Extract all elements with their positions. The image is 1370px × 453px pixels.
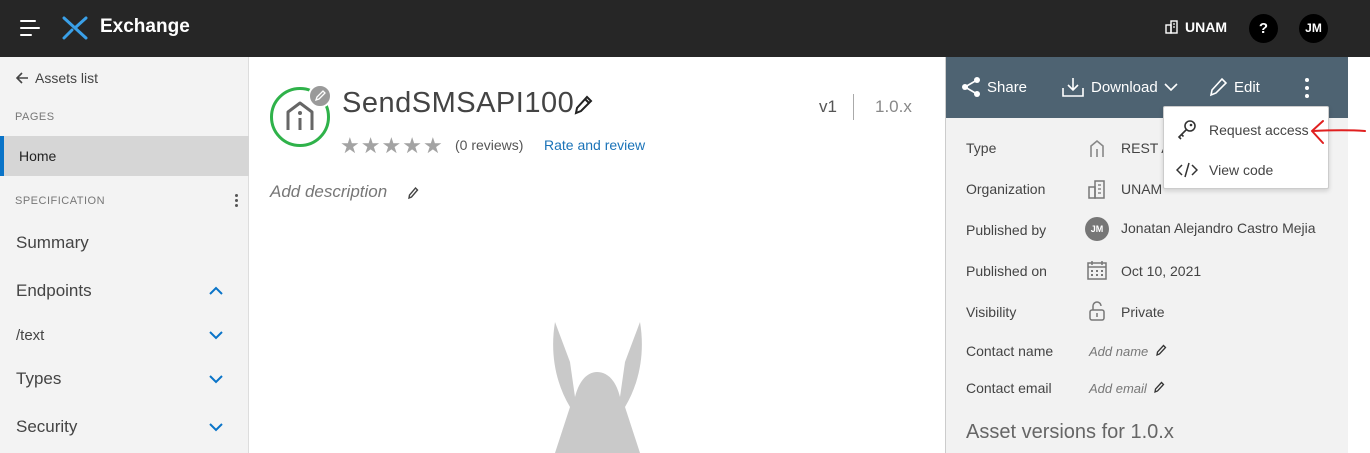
chevron-down-icon[interactable] <box>208 421 224 433</box>
visibility-label: Visibility <box>966 304 1017 320</box>
type-label: Type <box>966 140 997 156</box>
menu-icon[interactable] <box>20 18 40 38</box>
sidebar-item-home[interactable]: Home <box>0 136 249 176</box>
version-range[interactable]: 1.0.x <box>875 97 912 117</box>
sidebar-item-label: Security <box>16 417 78 436</box>
edit-label: Edit <box>1234 78 1260 96</box>
rest-api-icon <box>1090 139 1104 157</box>
chevron-down-icon[interactable] <box>208 329 224 341</box>
edit-button[interactable]: Edit <box>1208 76 1260 98</box>
request-access-label: Request access <box>1209 122 1309 138</box>
exchange-logo-icon[interactable] <box>62 16 88 40</box>
sidebar-item-label: Home <box>19 148 57 164</box>
sidebar-item-summary[interactable]: Summary <box>0 224 249 264</box>
version-divider <box>853 94 854 120</box>
sidebar-item-label: Endpoints <box>16 281 92 300</box>
published-on-label: Published on <box>966 263 1047 279</box>
help-button[interactable]: ? <box>1249 14 1278 43</box>
organization-value: UNAM <box>1121 181 1163 197</box>
sidebar: Assets list PAGES Home SPECIFICATION Sum… <box>0 57 249 453</box>
org-name: UNAM <box>1185 19 1227 35</box>
published-by-label: Published by <box>966 222 1047 238</box>
star-icon[interactable]: ★ <box>340 135 360 157</box>
code-icon <box>1176 162 1198 178</box>
view-code-menu-item[interactable]: View code <box>1164 149 1328 189</box>
sidebar-item-label: /text <box>16 327 45 344</box>
add-description-link[interactable]: Add description <box>270 182 387 202</box>
key-icon <box>1177 120 1196 140</box>
sidebar-item-endpoints[interactable]: Endpoints <box>0 272 249 312</box>
add-contact-name-link[interactable]: Add name <box>1089 344 1167 359</box>
org-switcher[interactable]: UNAM <box>1165 19 1227 35</box>
asset-title: SendSMSAPI100 <box>342 87 575 119</box>
contact-email-label: Contact email <box>966 380 1052 396</box>
main-content: SendSMSAPI100 ★ ★ ★ ★ ★ (0 reviews) Rate and… <box>250 57 945 453</box>
download-button[interactable]: Download <box>1061 76 1178 98</box>
star-icon[interactable]: ★ <box>402 135 422 157</box>
add-email-text: Add email <box>1089 381 1147 396</box>
star-icon[interactable]: ★ <box>361 135 381 157</box>
pencil-icon <box>1156 344 1167 357</box>
asset-versions-heading: Asset versions for 1.0.x <box>966 421 1174 443</box>
download-label: Download <box>1091 78 1158 96</box>
arrow-left-icon <box>16 72 28 84</box>
top-bar: Exchange UNAM ? JM <box>0 0 1370 57</box>
edit-icon-badge[interactable] <box>308 84 332 108</box>
published-by-value: Jonatan Alejandro Castro Mejia <box>1121 220 1316 236</box>
request-access-menu-item[interactable]: Request access <box>1164 109 1328 149</box>
sidebar-item-label: Summary <box>16 233 89 252</box>
star-rating[interactable]: ★ ★ ★ ★ ★ <box>340 135 443 157</box>
chevron-up-icon[interactable] <box>208 285 224 297</box>
sidebar-item-types[interactable]: Types <box>0 360 249 400</box>
empty-state-mascot-illustration <box>553 322 642 453</box>
specification-section-label: SPECIFICATION <box>15 195 106 207</box>
version-label[interactable]: v1 <box>819 97 837 117</box>
back-link-label: Assets list <box>35 70 99 86</box>
building-icon <box>1165 20 1178 34</box>
pages-section-label: PAGES <box>15 111 55 123</box>
sidebar-item-security[interactable]: Security <box>0 408 249 448</box>
pencil-icon <box>1154 381 1165 394</box>
edit-title-pencil-icon[interactable] <box>573 94 593 116</box>
red-arrow-annotation <box>1311 120 1366 144</box>
share-icon <box>962 77 980 97</box>
published-on-value: Oct 10, 2021 <box>1121 263 1202 279</box>
publisher-avatar: JM <box>1085 217 1109 241</box>
rate-and-review-link[interactable]: Rate and review <box>544 137 645 153</box>
view-code-label: View code <box>1209 162 1274 178</box>
chevron-down-icon[interactable] <box>208 373 224 385</box>
app-title[interactable]: Exchange <box>100 16 190 38</box>
more-actions-dropdown: Request access View code <box>1163 106 1329 189</box>
pencil-icon <box>314 90 326 102</box>
star-icon[interactable]: ★ <box>381 135 401 157</box>
more-actions-icon[interactable] <box>1302 76 1312 100</box>
visibility-value: Private <box>1121 304 1165 320</box>
user-avatar[interactable]: JM <box>1299 14 1328 43</box>
pencil-icon <box>1209 77 1228 97</box>
pencil-icon[interactable] <box>407 186 419 200</box>
star-icon[interactable]: ★ <box>423 135 443 157</box>
back-to-assets-link[interactable]: Assets list <box>16 70 98 86</box>
sidebar-item-text-endpoint[interactable]: /text <box>0 316 249 356</box>
add-name-text: Add name <box>1089 344 1149 359</box>
contact-name-label: Contact name <box>966 343 1054 359</box>
reviews-count: (0 reviews) <box>455 137 524 153</box>
calendar-icon <box>1087 261 1107 280</box>
share-button[interactable]: Share <box>961 76 1027 98</box>
specification-menu-icon[interactable] <box>232 193 240 209</box>
add-contact-email-link[interactable]: Add email <box>1089 381 1165 396</box>
building-icon <box>1088 180 1105 199</box>
chevron-down-icon <box>1164 83 1178 92</box>
download-icon <box>1062 78 1084 97</box>
sidebar-item-label: Types <box>16 369 62 388</box>
share-label: Share <box>987 78 1028 96</box>
organization-label: Organization <box>966 181 1046 197</box>
unlock-icon <box>1089 301 1105 321</box>
